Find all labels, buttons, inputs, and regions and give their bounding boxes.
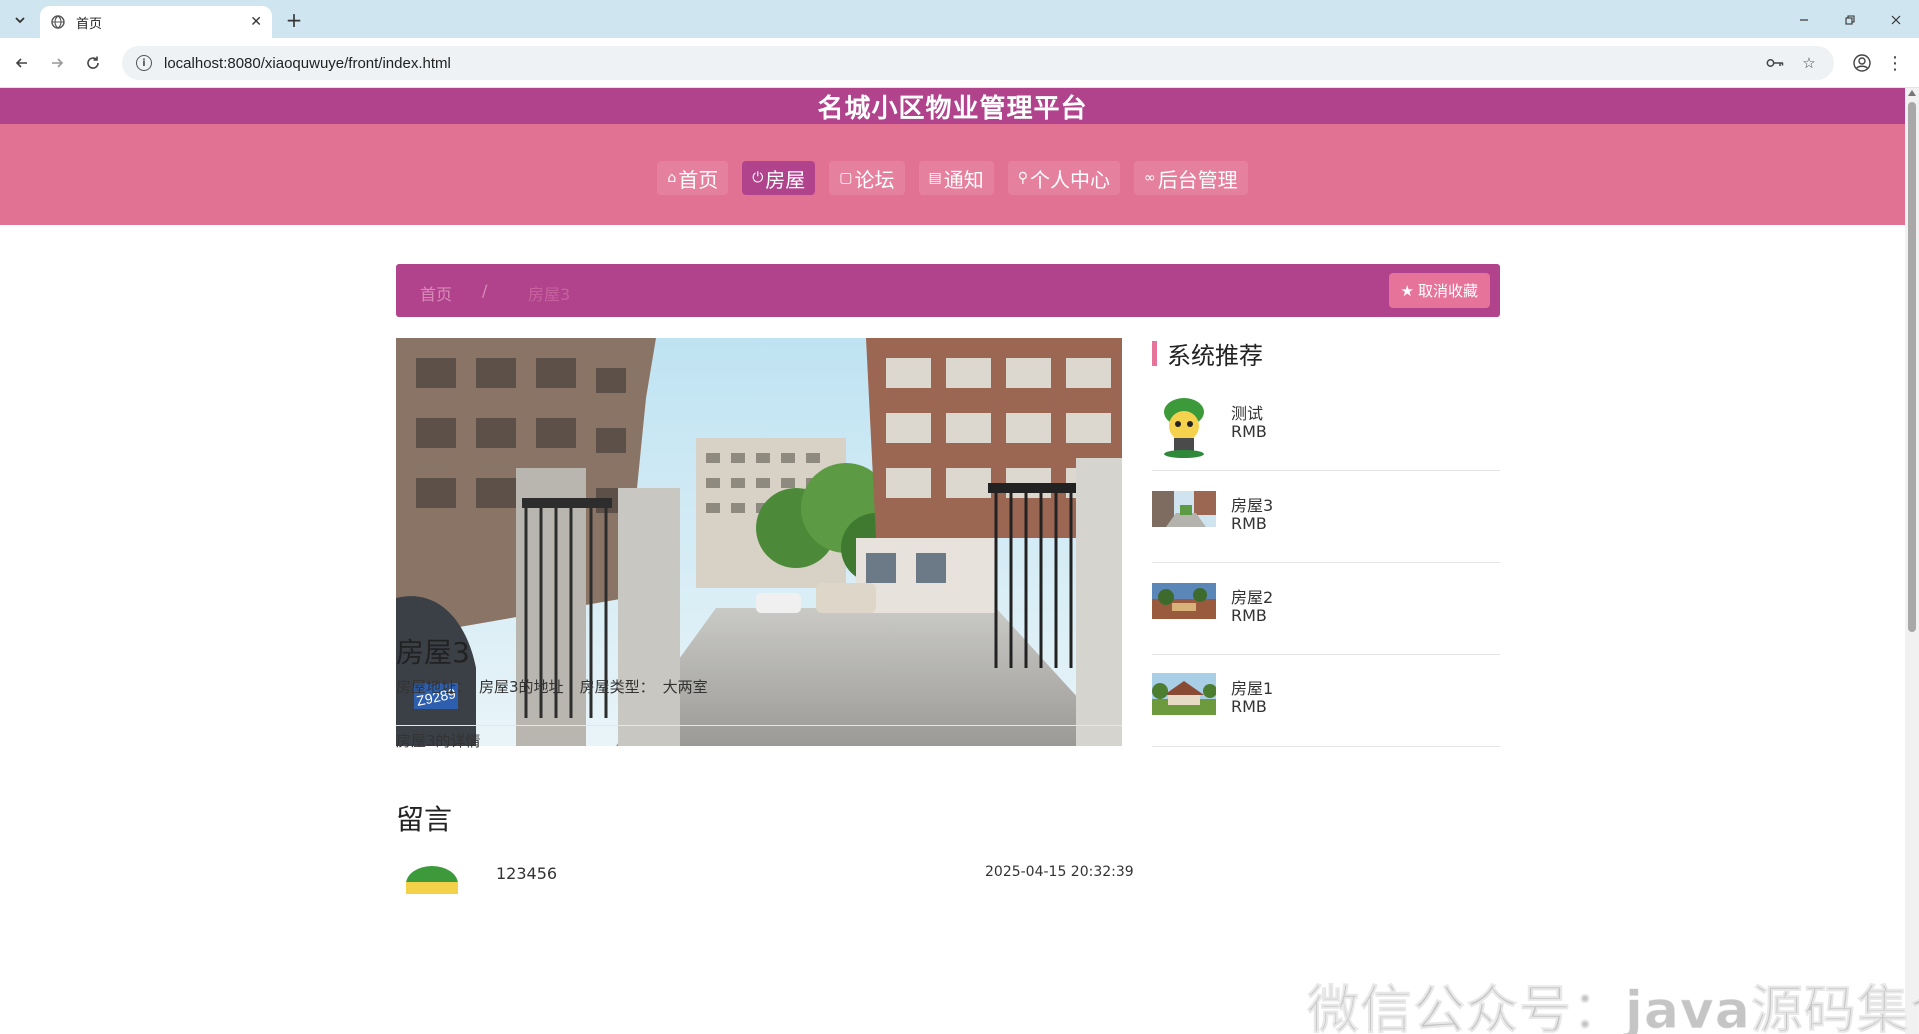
watermark: 微信公众号：java源码集合: [1307, 981, 1919, 1034]
breadcrumb-home[interactable]: 首页: [420, 281, 452, 305]
user-icon: ⚲: [1017, 170, 1029, 186]
recommend-thumbnail: [1152, 394, 1216, 458]
url-text: localhost:8080/xiaoquwuye/front/index.ht…: [164, 54, 451, 72]
unfavorite-label: 取消收藏: [1417, 282, 1478, 300]
message-time: 2025-04-15 20:32:39: [985, 864, 1134, 880]
recommend-name: 房屋2: [1231, 588, 1274, 607]
address-property: 房屋地址： 房屋3的地址: [396, 676, 564, 697]
recommend-price: RMB: [1231, 697, 1267, 716]
content-divider: [396, 725, 1122, 726]
nav-item-admin[interactable]: ∞ 后台管理: [1134, 161, 1248, 195]
page-scrollbar[interactable]: [1905, 88, 1919, 1034]
nav-label: 通知: [943, 167, 984, 192]
scrollbar-thumb[interactable]: [1908, 102, 1916, 632]
house-properties: 房屋地址： 房屋3的地址 房屋类型： 大两室: [396, 676, 708, 697]
recommend-name: 房屋3: [1231, 496, 1274, 515]
browser-menu-icon[interactable]: ⋮: [1885, 51, 1905, 75]
nav-item-notice[interactable]: ▤ 通知: [918, 161, 994, 195]
recommend-accent-bar: [1152, 341, 1157, 366]
bookmark-star-icon[interactable]: ☆: [1798, 52, 1820, 74]
recommend-item[interactable]: 房屋1 RMB: [1152, 655, 1500, 747]
new-tab-icon[interactable]: +: [282, 8, 306, 32]
nav-item-profile[interactable]: ⚲ 个人中心: [1007, 161, 1121, 195]
main-nav: ⌂ 首页 ⏻ 房屋 ▢ 论坛 ▤ 通知 ⚲ 个人中心 ∞ 后台管理: [0, 161, 1905, 195]
tab-close-icon[interactable]: ✕: [250, 14, 262, 30]
site-title: 名城小区物业管理平台: [817, 93, 1088, 124]
square-icon: ▢: [839, 170, 853, 186]
recommend-title: 系统推荐: [1167, 342, 1263, 370]
site-header: 名城小区物业管理平台: [0, 88, 1905, 124]
browser-tabstrip: 首页 ✕ +: [0, 0, 1919, 38]
nav-item-home[interactable]: ⌂ 首页: [657, 161, 729, 195]
nav-label: 个人中心: [1030, 167, 1111, 192]
recommend-price: RMB: [1231, 514, 1267, 533]
scroll-up-icon[interactable]: [1908, 90, 1916, 96]
tab-title: 首页: [76, 16, 103, 32]
messages-title: 留言: [396, 803, 453, 836]
nav-item-house[interactable]: ⏻ 房屋: [742, 161, 816, 195]
document-icon: ▤: [928, 170, 942, 186]
recommend-name: 测试: [1231, 404, 1264, 423]
breadcrumb-separator: /: [482, 281, 488, 300]
recommend-name: 房屋1: [1231, 679, 1274, 698]
recommend-thumbnail: [1152, 673, 1216, 715]
address-value: 房屋3的地址: [479, 678, 564, 696]
minimize-icon[interactable]: [1792, 8, 1816, 32]
recommend-item[interactable]: 测试 RMB: [1152, 388, 1500, 471]
breadcrumb: 首页 / 房屋3 ★ 取消收藏: [396, 264, 1500, 317]
password-key-icon[interactable]: [1764, 52, 1786, 74]
house-detail: 房屋3的详情: [396, 732, 481, 750]
house-title: 房屋3: [396, 636, 470, 669]
address-bar[interactable]: i localhost:8080/xiaoquwuye/front/index.…: [122, 46, 1834, 80]
restore-icon[interactable]: [1838, 8, 1862, 32]
avatar: [402, 854, 462, 894]
page-viewport: 名城小区物业管理平台 ⌂ 首页 ⏻ 房屋 ▢ 论坛 ▤ 通知 ⚲ 个人中心 ∞ …: [0, 88, 1905, 1034]
browser-toolbar: i localhost:8080/xiaoquwuye/front/index.…: [0, 38, 1919, 88]
back-arrow-icon[interactable]: [10, 51, 34, 75]
type-label: 房屋类型：: [579, 678, 655, 696]
tab-search-chevron-icon[interactable]: [8, 8, 32, 32]
recommend-item[interactable]: 房屋2 RMB: [1152, 563, 1500, 655]
reload-icon[interactable]: [81, 51, 105, 75]
globe-icon: [50, 14, 66, 30]
nav-item-forum[interactable]: ▢ 论坛: [829, 161, 905, 195]
type-property: 房屋类型： 大两室: [580, 676, 708, 697]
address-label: 房屋地址：: [396, 678, 472, 696]
link-icon: ∞: [1144, 170, 1156, 186]
close-window-icon[interactable]: [1884, 8, 1908, 32]
recommend-thumbnail: [1152, 583, 1216, 619]
type-value: 大两室: [662, 678, 708, 696]
site-info-icon[interactable]: i: [136, 55, 152, 71]
nav-label: 论坛: [854, 167, 895, 192]
message-user: 123456: [496, 864, 558, 883]
recommend-price: RMB: [1231, 422, 1267, 441]
home-icon: ⌂: [667, 170, 677, 186]
nav-label: 首页: [678, 167, 719, 192]
breadcrumb-current: 房屋3: [528, 285, 571, 304]
nav-label: 后台管理: [1157, 167, 1238, 192]
star-icon: ★: [1400, 281, 1414, 300]
profile-icon[interactable]: [1850, 51, 1874, 75]
browser-tab[interactable]: 首页 ✕: [40, 6, 272, 38]
nav-label: 房屋: [765, 167, 806, 192]
unfavorite-button[interactable]: ★ 取消收藏: [1388, 273, 1490, 308]
recommend-thumbnail: [1152, 491, 1216, 527]
power-icon: ⏻: [752, 170, 764, 186]
recommend-price: RMB: [1231, 606, 1267, 625]
forward-arrow-icon[interactable]: [45, 51, 69, 75]
recommend-item[interactable]: 房屋3 RMB: [1152, 471, 1500, 563]
